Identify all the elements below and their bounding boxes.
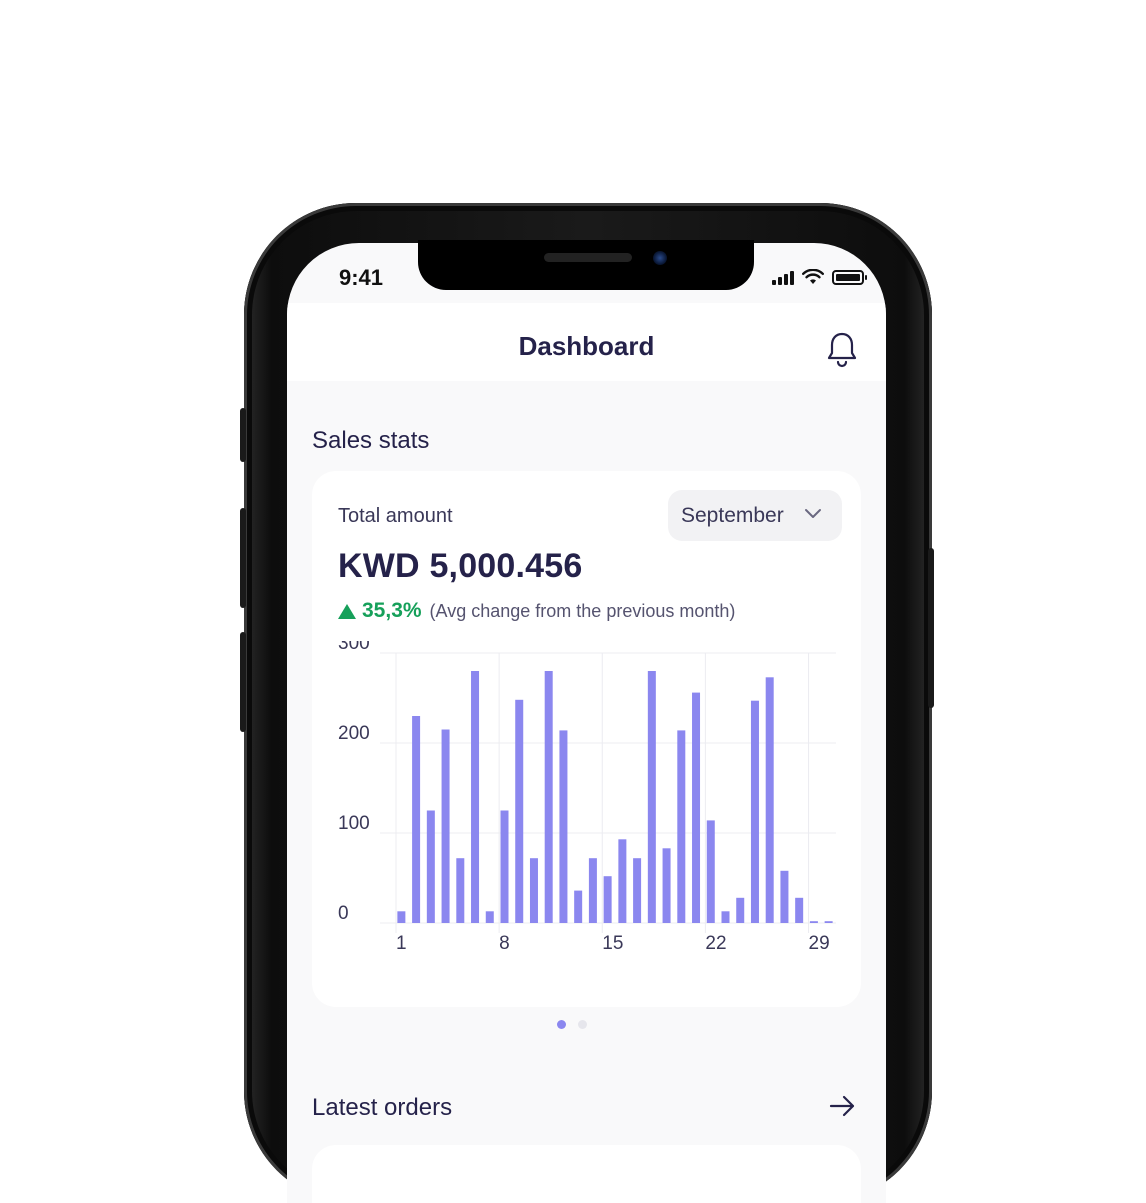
speaker-grille (544, 253, 632, 262)
silent-switch (240, 408, 246, 462)
sales-card: Total amount September KWD 5,000.456 35,… (312, 471, 861, 1007)
chart-bar (692, 692, 701, 923)
y-tick-label: 100 (338, 813, 370, 834)
battery-icon (832, 270, 867, 285)
arrow-up-icon (338, 603, 356, 619)
chart-bar (677, 730, 686, 923)
page-title: Dashboard (518, 331, 655, 361)
x-tick-label: 8 (499, 933, 510, 954)
status-icons (772, 269, 867, 285)
y-tick-label: 200 (338, 723, 370, 744)
pager-dot-active[interactable] (557, 1020, 566, 1029)
x-tick-label: 29 (809, 933, 830, 954)
card-pager (557, 1020, 587, 1029)
chart-bar (441, 729, 450, 923)
chart-bar (397, 911, 406, 923)
x-tick-label: 1 (396, 933, 407, 954)
chart-bar (588, 858, 597, 923)
chart-bar (544, 671, 553, 923)
chart-bar (456, 858, 465, 923)
chart-bar (529, 858, 538, 923)
arrow-right-icon[interactable] (827, 1091, 857, 1121)
chart-bar (471, 671, 480, 923)
change-note: (Avg change from the previous month) (429, 600, 736, 621)
change-percent: 35,3% (362, 599, 422, 622)
total-amount-label: Total amount (338, 505, 453, 527)
sales-bar-chart: 0 100 200 300 1 8 15 22 29 (338, 641, 836, 954)
chart-bar (721, 911, 730, 923)
chart-bar (809, 921, 818, 923)
orders-card (312, 1145, 861, 1203)
signal-icon (772, 271, 794, 285)
volume-down-button (240, 632, 246, 732)
sales-stats-title: Sales stats (312, 427, 430, 454)
chart-bar (485, 911, 494, 923)
month-selected: September (681, 504, 784, 527)
chart-bar (500, 810, 509, 923)
chart-bar (706, 820, 715, 923)
app-header: Dashboard (287, 303, 886, 381)
power-button (928, 548, 934, 708)
chart-bar (515, 699, 524, 923)
pager-dot[interactable] (578, 1020, 587, 1029)
chart-bar (574, 890, 583, 923)
chart-bar (765, 677, 774, 923)
phone-notch (418, 240, 754, 290)
chart-bar (750, 700, 759, 923)
chart-bar (647, 671, 656, 923)
chart-bar (559, 730, 568, 923)
chart-bar (412, 716, 421, 923)
chart-bar (618, 839, 627, 923)
total-amount-value: KWD 5,000.456 (338, 547, 583, 585)
phone-screen: 9:41 Dashboard Sales stats Total amount … (287, 243, 886, 1203)
wifi-icon (802, 269, 824, 284)
y-tick-label: 300 (338, 641, 370, 654)
bell-icon[interactable] (824, 329, 860, 369)
chart-bar (662, 848, 671, 923)
chevron-down-icon (805, 509, 821, 518)
chart-bar (780, 870, 789, 923)
change-indicator: 35,3% (Avg change from the previous mont… (338, 599, 735, 623)
x-tick-label: 15 (602, 933, 623, 954)
x-tick-label: 22 (705, 933, 726, 954)
chart-bar (633, 858, 642, 923)
chart-bar (603, 876, 612, 923)
latest-orders-title: Latest orders (312, 1094, 453, 1121)
month-dropdown[interactable]: September (668, 490, 842, 541)
chart-bar (736, 897, 745, 923)
y-tick-label: 0 (338, 903, 349, 924)
front-camera (653, 251, 667, 265)
status-time: 9:41 (339, 265, 384, 290)
volume-up-button (240, 508, 246, 608)
chart-bar (426, 810, 435, 923)
chart-bar (824, 921, 833, 923)
chart-bar (795, 897, 804, 923)
